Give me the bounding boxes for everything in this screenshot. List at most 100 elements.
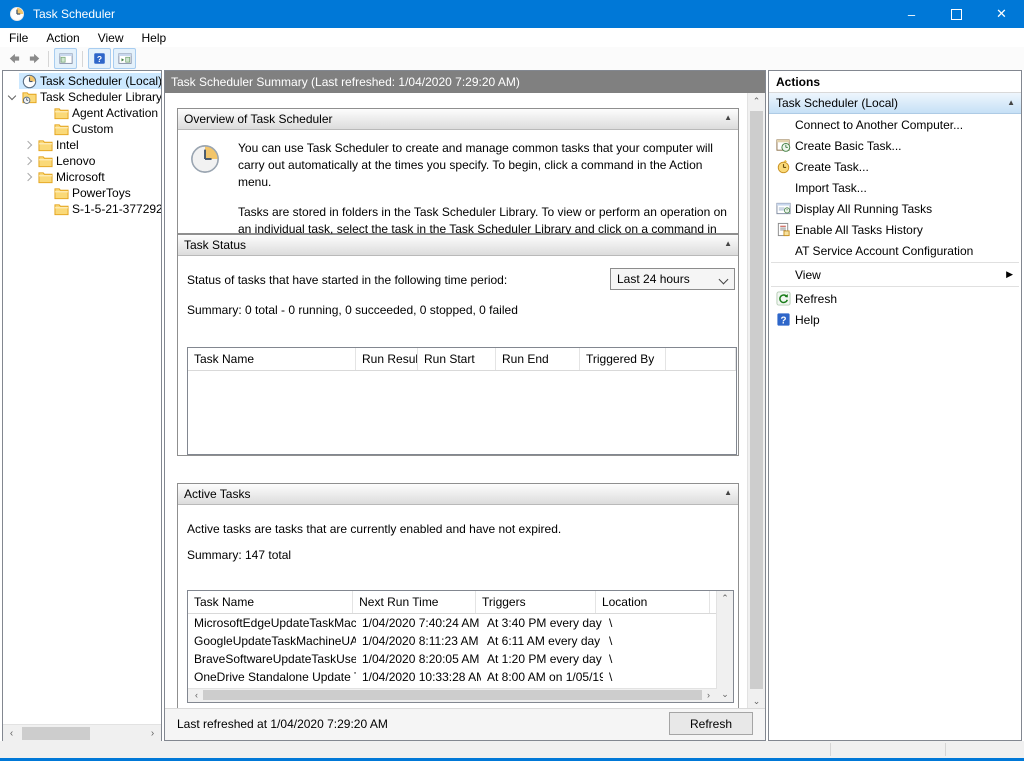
chevron-down-icon[interactable]: [5, 95, 19, 99]
table-row[interactable]: OneDrive Standalone Update Task-...1/04/…: [188, 668, 717, 686]
forward-arrow-icon[interactable]: [26, 50, 44, 68]
maximize-icon: [951, 9, 962, 20]
collapse-icon[interactable]: ▲: [724, 488, 732, 497]
task-status-summary: Summary: 0 total - 0 running, 0 succeede…: [187, 303, 518, 317]
close-button[interactable]: ✕: [979, 0, 1024, 28]
tree-item-label: Microsoft: [56, 170, 105, 184]
collapse-icon[interactable]: ▲: [1007, 98, 1015, 107]
action-item-refresh[interactable]: Refresh: [769, 288, 1021, 309]
action-item-label: Refresh: [795, 292, 837, 306]
overview-section-header[interactable]: Overview of Task Scheduler ▲: [178, 109, 738, 130]
action-item-enable-all-tasks-history[interactable]: Enable All Tasks History: [769, 219, 1021, 240]
scroll-down-icon[interactable]: ⌄: [717, 687, 733, 702]
tree-item-task-scheduler-local[interactable]: Task Scheduler (Local): [3, 73, 161, 89]
table-row[interactable]: MicrosoftEdgeUpdateTaskMachine...1/04/20…: [188, 614, 717, 632]
tree-item-powertoys[interactable]: PowerToys: [3, 185, 161, 201]
status-separator: [830, 743, 831, 756]
scrollbar-thumb[interactable]: [750, 111, 763, 689]
tree-item-task-scheduler-library[interactable]: Task Scheduler Library: [3, 89, 161, 105]
scroll-up-icon[interactable]: ⌃: [717, 591, 733, 606]
column-header-run-result[interactable]: Run Result: [356, 348, 418, 370]
scroll-left-icon[interactable]: ‹: [3, 725, 20, 742]
tree-item-custom[interactable]: Custom: [3, 121, 161, 137]
show-hide-action-pane-icon[interactable]: [113, 48, 136, 69]
console-tree-icon[interactable]: [54, 48, 77, 69]
table-cell: \: [603, 670, 717, 684]
collapse-icon[interactable]: ▲: [724, 113, 732, 122]
menu-help[interactable]: Help: [133, 28, 176, 47]
action-item-create-task[interactable]: Create Task...: [769, 156, 1021, 177]
column-header-run-start[interactable]: Run Start: [418, 348, 496, 370]
table-cell: \: [603, 634, 717, 648]
action-item-connect-to-another-computer[interactable]: Connect to Another Computer...: [769, 114, 1021, 135]
tree-item-lenovo[interactable]: Lenovo: [3, 153, 161, 169]
back-arrow-icon[interactable]: [4, 50, 22, 68]
column-header-task-name[interactable]: Task Name: [188, 348, 356, 370]
scroll-up-icon[interactable]: ⌃: [748, 93, 765, 109]
time-period-value: Last 24 hours: [617, 272, 690, 286]
table-cell: 1/04/2020 8:11:23 AM: [356, 634, 481, 648]
active-tasks-summary: Summary: 147 total: [187, 548, 291, 562]
column-header-run-end[interactable]: Run End: [496, 348, 580, 370]
time-period-dropdown[interactable]: Last 24 hours: [610, 268, 735, 290]
maximize-button[interactable]: [934, 0, 979, 28]
task-scheduler-window: Task Scheduler – ✕ FileActionViewHelp ?: [0, 0, 1024, 761]
display-running-tasks-icon: [775, 201, 791, 217]
scroll-right-icon[interactable]: ›: [700, 689, 717, 701]
summary-body: Overview of Task Scheduler ▲ You can use…: [165, 93, 765, 709]
icon-spacer: [775, 180, 791, 196]
table-cell: At 3:40 PM every day - A...: [481, 616, 603, 630]
menu-action[interactable]: Action: [37, 28, 88, 47]
menu-view[interactable]: View: [89, 28, 133, 47]
collapse-icon[interactable]: ▲: [724, 239, 732, 248]
action-item-label: Display All Running Tasks: [795, 202, 932, 216]
action-item-label: Create Task...: [795, 160, 869, 174]
help-icon[interactable]: ?: [88, 48, 111, 69]
column-header-task-name[interactable]: Task Name: [188, 591, 353, 613]
icon-spacer: [775, 243, 791, 259]
action-item-label: Enable All Tasks History: [795, 223, 923, 237]
chevron-right-icon[interactable]: [21, 174, 35, 180]
column-header-next-run-time[interactable]: Next Run Time: [353, 591, 476, 613]
active-tasks-vertical-scrollbar[interactable]: ⌃ ⌄: [716, 591, 733, 702]
tree-item-intel[interactable]: Intel: [3, 137, 161, 153]
action-item-at-service-account-configuration[interactable]: AT Service Account Configuration: [769, 240, 1021, 261]
tasks-history-icon: [775, 222, 791, 238]
scroll-right-icon[interactable]: ›: [144, 725, 161, 742]
menu-file[interactable]: File: [0, 28, 37, 47]
folder-icon: [37, 169, 53, 185]
action-item-create-basic-task[interactable]: Create Basic Task...: [769, 135, 1021, 156]
tree-horizontal-scrollbar[interactable]: ‹ ›: [3, 724, 161, 742]
summary-footer: Last refreshed at 1/04/2020 7:29:20 AM R…: [165, 708, 765, 740]
action-item-display-all-running-tasks[interactable]: Display All Running Tasks: [769, 198, 1021, 219]
tree-item-agent-activation-runt[interactable]: Agent Activation Runt: [3, 105, 161, 121]
table-row[interactable]: GoogleUpdateTaskMachineUA1/04/2020 8:11:…: [188, 632, 717, 650]
action-item-import-task[interactable]: Import Task...: [769, 177, 1021, 198]
column-header-filler: [666, 348, 736, 370]
summary-vertical-scrollbar[interactable]: ⌃ ⌄: [747, 93, 765, 709]
chevron-right-icon[interactable]: [21, 142, 35, 148]
tree-item-s-1-5-21-3772926790[interactable]: S-1-5-21-3772926790-: [3, 201, 161, 217]
chevron-right-icon[interactable]: [21, 158, 35, 164]
column-header-location[interactable]: Location: [596, 591, 710, 613]
scrollbar-thumb[interactable]: [203, 690, 702, 700]
column-header-triggers[interactable]: Triggers: [476, 591, 596, 613]
refresh-button[interactable]: Refresh: [669, 712, 753, 735]
scrollbar-thumb[interactable]: [22, 727, 90, 740]
folder-icon: [53, 121, 69, 137]
tree-item-microsoft[interactable]: Microsoft: [3, 169, 161, 185]
column-header-triggered-by[interactable]: Triggered By: [580, 348, 666, 370]
action-item-view[interactable]: View▶: [769, 264, 1021, 285]
task-status-section-header[interactable]: Task Status ▲: [178, 235, 738, 256]
main-area: Task Scheduler (Local)Task Scheduler Lib…: [0, 70, 1024, 741]
scroll-down-icon[interactable]: ⌄: [748, 693, 765, 709]
action-item-help[interactable]: ?Help: [769, 309, 1021, 330]
action-item-label: Create Basic Task...: [795, 139, 902, 153]
actions-group-header[interactable]: Task Scheduler (Local) ▲: [769, 93, 1021, 114]
folder-icon: [53, 185, 69, 201]
active-tasks-section-header[interactable]: Active Tasks ▲: [178, 484, 738, 505]
minimize-button[interactable]: –: [889, 0, 934, 28]
active-tasks-horizontal-scrollbar[interactable]: ‹ ›: [188, 688, 717, 702]
table-row[interactable]: BraveSoftwareUpdateTaskUserS-1-...1/04/2…: [188, 650, 717, 668]
tree-item-label: Task Scheduler (Local): [40, 74, 161, 88]
